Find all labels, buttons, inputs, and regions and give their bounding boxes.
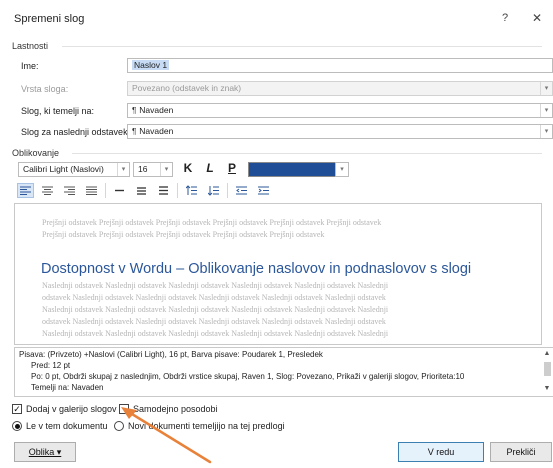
chevron-down-icon: ▾ xyxy=(340,166,344,173)
line-spacing-down-icon xyxy=(208,186,219,196)
preview-next-line-3: Naslednji odstavek Naslednji odstavek Na… xyxy=(42,305,389,314)
preview-next-line-1: Naslednji odstavek Naslednji odstavek Na… xyxy=(42,281,389,290)
underline-button[interactable]: P xyxy=(224,161,240,175)
double-spacing-button[interactable] xyxy=(155,183,172,198)
chevron-down-icon: ▾ xyxy=(160,163,172,176)
chevron-down-icon: ▾ xyxy=(540,104,552,117)
based-on-value: Navaden xyxy=(139,105,174,115)
chevron-down-icon: ▾ xyxy=(540,125,552,138)
cancel-label: Prekliči xyxy=(506,447,536,457)
description-line-4: Temelji na: Navaden xyxy=(31,383,104,392)
one-half-spacing-icon xyxy=(137,187,146,195)
one-half-spacing-button[interactable] xyxy=(133,183,150,198)
style-type-value: Povezano (odstavek in znak) xyxy=(132,83,242,93)
style-type-label: Vrsta sloga: xyxy=(21,84,69,94)
increase-indent-button[interactable] xyxy=(255,183,272,198)
single-spacing-button[interactable] xyxy=(111,183,128,198)
preview-heading: Dostopnost v Wordu – Oblikovanje naslovo… xyxy=(41,261,472,277)
double-spacing-icon xyxy=(159,186,168,195)
style-description-box: Pisava: (Privzeto) +Naslovi (Calibri Lig… xyxy=(14,347,553,397)
toolbar-separator xyxy=(227,183,228,198)
align-center-button[interactable] xyxy=(39,183,56,198)
preview-next-line-4: odstavek Naslednji odstavek Naslednji od… xyxy=(42,317,386,326)
properties-divider xyxy=(62,46,542,47)
properties-group-label: Lastnosti xyxy=(12,41,49,51)
paragraph-mark-icon: ¶ xyxy=(132,127,137,136)
chevron-down-icon: ▾ xyxy=(540,82,552,95)
next-style-value: Navaden xyxy=(139,126,174,136)
dialog-title: Spremeni slog xyxy=(14,13,85,25)
only-this-document-label: Le v tem dokumentu xyxy=(26,421,108,431)
close-button[interactable]: ✕ xyxy=(529,10,545,26)
annotation-arrow xyxy=(121,407,212,464)
preview-next-line-2: odstavek Naslednji odstavek Naslednji od… xyxy=(42,293,386,302)
toolbar-separator xyxy=(177,183,178,198)
increase-indent-icon xyxy=(258,186,269,195)
align-left-icon xyxy=(20,186,31,195)
formatting-divider xyxy=(72,153,542,154)
paragraph-toolbar xyxy=(17,183,272,198)
align-left-button[interactable] xyxy=(17,183,34,198)
style-type-dropdown[interactable]: Povezano (odstavek in znak) ▾ xyxy=(127,81,553,96)
align-center-icon xyxy=(42,186,53,195)
scrollbar-thumb[interactable] xyxy=(544,362,551,376)
scroll-down-arrow-icon[interactable]: ▼ xyxy=(542,385,552,395)
font-value: Calibri Light (Naslovi) xyxy=(23,164,104,174)
name-input[interactable]: Naslov 1 xyxy=(127,58,553,73)
next-style-dropdown[interactable]: ¶ Navaden ▾ xyxy=(127,124,553,139)
only-this-document-radio[interactable] xyxy=(12,421,22,431)
single-spacing-icon xyxy=(115,189,124,192)
justify-icon xyxy=(86,186,97,195)
add-to-gallery-label: Dodaj v galerijo slogov xyxy=(26,404,117,414)
next-style-label: Slog za naslednji odstavek: xyxy=(21,127,131,137)
preview-previous-line-1: Prejšnji odstavek Prejšnji odstavek Prej… xyxy=(42,218,382,227)
toolbar-separator xyxy=(105,183,106,198)
name-value: Naslov 1 xyxy=(132,60,170,70)
chevron-down-icon: ▾ xyxy=(117,163,129,176)
name-label: Ime: xyxy=(21,61,39,71)
font-size-value: 16 xyxy=(138,164,148,174)
format-menu-label: Oblika ▾ xyxy=(28,446,62,457)
style-preview-pane: Prejšnji odstavek Prejšnji odstavek Prej… xyxy=(14,203,542,345)
ok-label: V redu xyxy=(427,447,455,457)
align-right-icon xyxy=(64,186,75,195)
preview-next-line-5: Naslednji odstavek Naslednji odstavek Na… xyxy=(42,329,389,338)
add-to-gallery-checkbox[interactable]: ✓ xyxy=(12,404,22,414)
scroll-up-arrow-icon[interactable]: ▲ xyxy=(542,350,552,360)
justify-button[interactable] xyxy=(83,183,100,198)
paragraph-mark-icon: ¶ xyxy=(132,106,137,115)
description-line-3: Po: 0 pt, Obdrži skupaj z naslednjim, Ob… xyxy=(31,372,465,381)
bold-button[interactable]: K xyxy=(180,161,196,175)
italic-button[interactable]: L xyxy=(202,161,218,175)
based-on-dropdown[interactable]: ¶ Navaden ▾ xyxy=(127,103,553,118)
decrease-spacing-button[interactable] xyxy=(205,183,222,198)
align-right-button[interactable] xyxy=(61,183,78,198)
line-spacing-up-icon xyxy=(186,185,197,195)
radio-selected-dot xyxy=(14,423,20,429)
based-on-label: Slog, ki temelji na: xyxy=(21,106,95,116)
description-line-2: Pred: 12 pt xyxy=(31,361,71,370)
font-color-dropdown[interactable]: ▾ xyxy=(335,162,349,177)
decrease-indent-icon xyxy=(236,186,247,195)
description-line-1: Pisava: (Privzeto) +Naslovi (Calibri Lig… xyxy=(19,350,323,359)
font-size-dropdown[interactable]: 16 ▾ xyxy=(133,162,173,177)
cancel-button[interactable]: Prekliči xyxy=(490,442,552,462)
formatting-group-label: Oblikovanje xyxy=(12,148,60,158)
format-menu-button[interactable]: Oblika ▾ xyxy=(14,442,76,462)
decrease-indent-button[interactable] xyxy=(233,183,250,198)
font-color-swatch[interactable] xyxy=(248,162,336,177)
ok-button[interactable]: V redu xyxy=(398,442,484,462)
preview-previous-line-2: Prejšnji odstavek Prejšnji odstavek Prej… xyxy=(42,230,325,239)
increase-spacing-button[interactable] xyxy=(183,183,200,198)
help-button[interactable]: ? xyxy=(497,10,513,26)
font-dropdown[interactable]: Calibri Light (Naslovi) ▾ xyxy=(18,162,130,177)
